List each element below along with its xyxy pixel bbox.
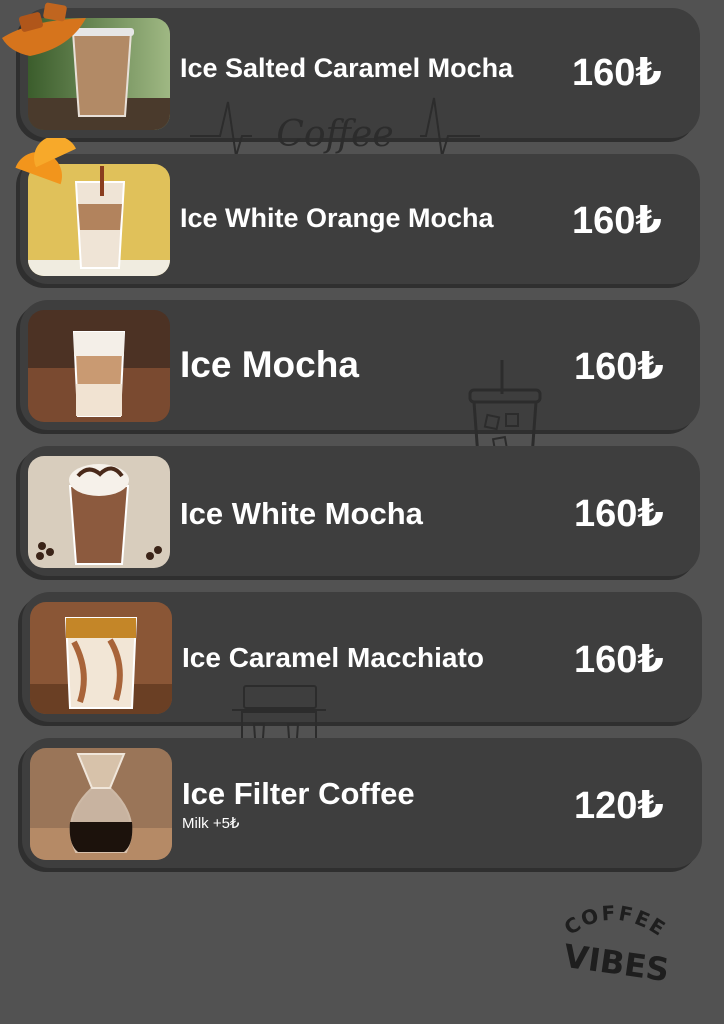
menu-item-ice-caramel-macchiato[interactable]: Ice Caramel Macchiato 160₺ — [22, 592, 702, 722]
heartbeat-line-icon: Coffee — [190, 97, 480, 157]
coffee-vibes-logo: COFFEE VIBES — [560, 901, 670, 990]
logo-line1: COFFEE — [560, 901, 669, 942]
iced-caramel-macchiato-photo — [30, 602, 172, 714]
iced-mocha-photo — [28, 310, 170, 422]
item-name: Ice Filter Coffee — [182, 776, 415, 811]
caramel-candy-icon — [2, 2, 86, 56]
menu-item-ice-filter-coffee[interactable]: Ice Filter Coffee Milk +5₺ 120₺ — [22, 738, 702, 868]
item-price: 160₺ — [574, 493, 664, 535]
item-name: Ice Mocha — [180, 344, 359, 385]
item-name: Ice Caramel Macchiato — [182, 642, 484, 673]
item-price: 160₺ — [574, 639, 664, 681]
iced-filter-coffee-photo — [30, 748, 172, 860]
menu-item-ice-mocha[interactable]: Ice Mocha 160₺ — [20, 300, 700, 430]
item-name: Ice Salted Caramel Mocha — [180, 53, 514, 83]
menu-item-ice-white-mocha[interactable]: Ice White Mocha 160₺ — [20, 446, 700, 576]
item-price: 160₺ — [572, 200, 662, 242]
item-price: 120₺ — [574, 785, 664, 827]
svg-text:COFFEE: COFFEE — [560, 901, 670, 942]
menu-item-ice-white-orange-mocha[interactable]: Ice White Orange Mocha 160₺ — [20, 154, 700, 284]
orange-slice-icon — [15, 138, 76, 185]
item-price: 160₺ — [574, 346, 664, 388]
item-name: Ice White Orange Mocha — [180, 203, 494, 233]
iced-white-mocha-photo — [28, 456, 170, 568]
item-price: 160₺ — [572, 52, 662, 94]
item-note: Milk +5₺ — [182, 815, 240, 832]
item-name: Ice White Mocha — [180, 496, 423, 531]
logo-line2: VIBES — [561, 937, 670, 989]
heartbeat-text: Coffee — [276, 114, 393, 155]
